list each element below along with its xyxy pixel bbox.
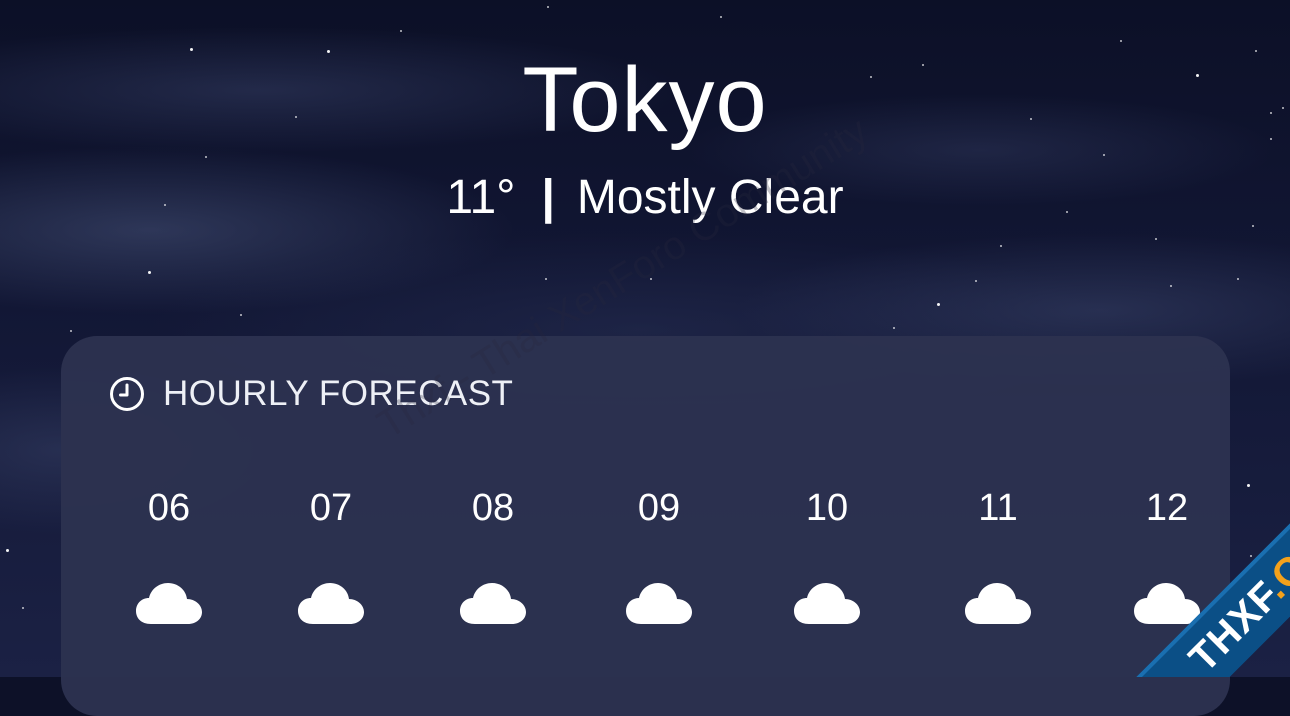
star-dot [1170, 285, 1172, 287]
hour-time: 11 [928, 486, 1068, 530]
star-dot [400, 30, 402, 32]
hourly-forecast-panel[interactable]: HOURLY FORECAST 06 07 08 09 10 11 12 [61, 336, 1230, 716]
hour-item[interactable]: 11 [928, 486, 1068, 626]
cloud-icon [298, 582, 364, 626]
star-dot [6, 549, 9, 552]
star-dot [937, 303, 940, 306]
hour-time: 09 [589, 486, 729, 530]
cloud-icon [136, 582, 202, 626]
location-header: Tokyo 11° | Mostly Clear [0, 48, 1290, 226]
hour-item[interactable]: 10 [757, 486, 897, 626]
site-badge: THXF.ORG [1070, 457, 1290, 677]
cloud-icon [965, 582, 1031, 626]
star-dot [1237, 278, 1239, 280]
hour-time: 06 [99, 486, 239, 530]
star-dot [240, 314, 242, 316]
star-dot [70, 330, 72, 332]
hour-time: 10 [757, 486, 897, 530]
current-condition: Mostly Clear [577, 171, 844, 224]
hour-item[interactable]: 09 [589, 486, 729, 626]
star-dot [893, 327, 895, 329]
star-dot [545, 278, 547, 280]
star-dot [547, 6, 549, 8]
site-badge-ribbon: THXF.ORG [1126, 457, 1290, 677]
hour-time: 08 [423, 486, 563, 530]
hourly-forecast-header: HOURLY FORECAST [109, 374, 513, 414]
star-dot [1155, 238, 1157, 240]
current-conditions: 11° | Mostly Clear [0, 170, 1290, 226]
cloud-icon [626, 582, 692, 626]
conditions-separator: | [541, 170, 554, 226]
city-name: Tokyo [0, 48, 1290, 152]
star-dot [1000, 245, 1002, 247]
star-dot [22, 607, 24, 609]
hour-item[interactable]: 06 [99, 486, 239, 626]
hour-time: 07 [261, 486, 401, 530]
star-dot [720, 16, 722, 18]
hour-item[interactable]: 08 [423, 486, 563, 626]
star-dot [650, 278, 652, 280]
clock-icon [109, 376, 145, 412]
star-dot [1120, 40, 1122, 42]
hourly-forecast-title: HOURLY FORECAST [163, 374, 513, 414]
current-temperature: 11° [446, 171, 515, 224]
star-dot [975, 280, 977, 282]
cloud-icon [460, 582, 526, 626]
cloud-icon [794, 582, 860, 626]
hour-item[interactable]: 07 [261, 486, 401, 626]
star-dot [148, 271, 151, 274]
